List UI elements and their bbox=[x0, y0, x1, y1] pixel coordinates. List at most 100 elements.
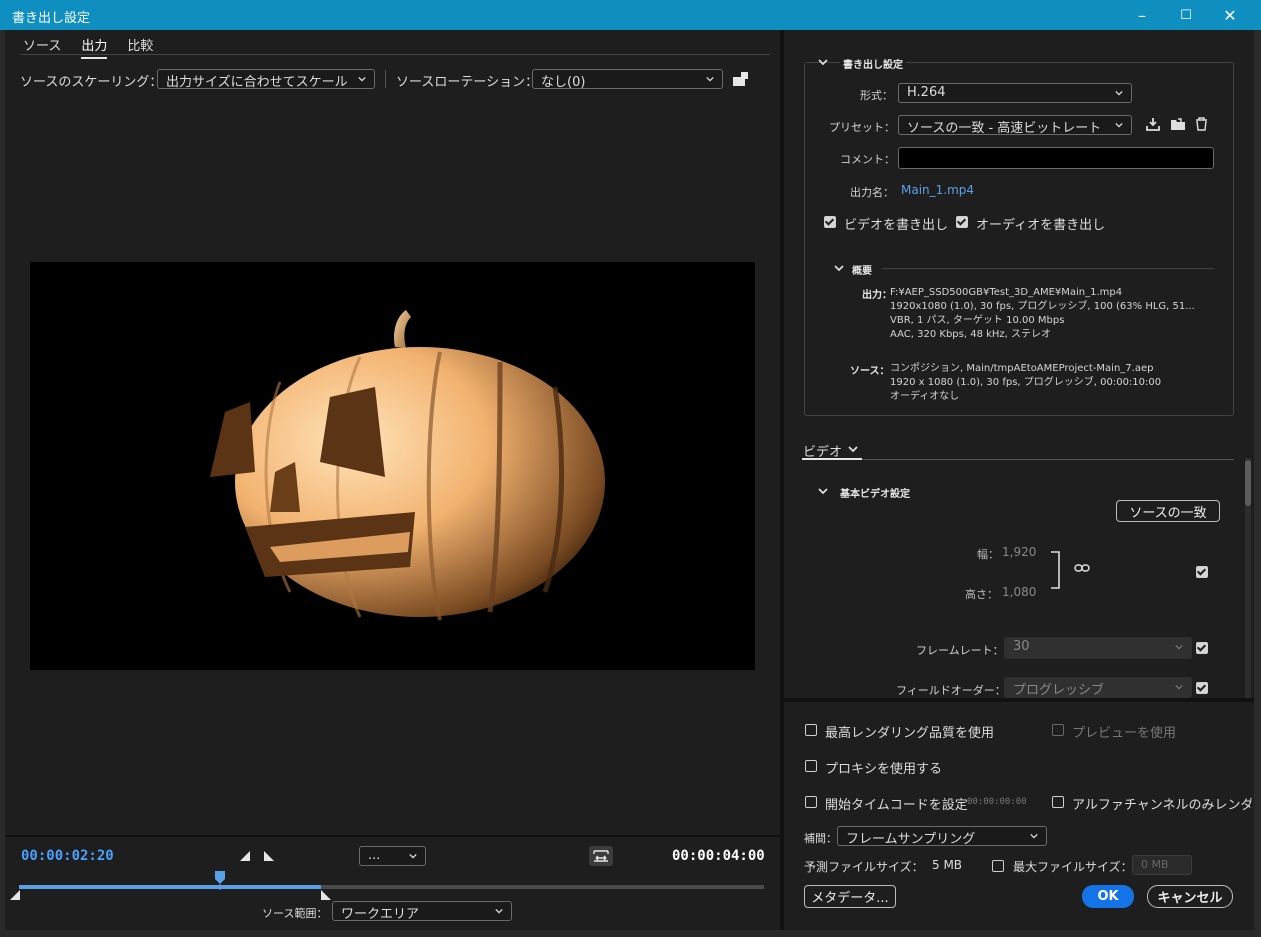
dimension-override-checkbox[interactable] bbox=[1196, 566, 1208, 578]
pumpkin-image bbox=[210, 310, 605, 621]
link-icon[interactable] bbox=[1074, 563, 1090, 573]
framerate-label: フレームレート： bbox=[916, 644, 1004, 657]
max-render-checkbox[interactable] bbox=[805, 724, 817, 736]
out-point-icon[interactable] bbox=[320, 890, 331, 900]
tab-output[interactable]: 出力 bbox=[81, 35, 108, 59]
height-value[interactable]: 1,080 bbox=[1002, 585, 1036, 599]
scaling-dropdown[interactable]: 出力サイズに合わせてスケール bbox=[157, 69, 375, 90]
summary-title: 概要 bbox=[852, 266, 872, 277]
width-value[interactable]: 1,920 bbox=[1002, 545, 1036, 559]
export-video-label: ビデオを書き出し bbox=[844, 218, 949, 233]
use-preview-checkbox[interactable] bbox=[1052, 724, 1064, 736]
source-range-label: ソース範囲： bbox=[262, 907, 328, 920]
max-size-input[interactable]: 0 MB bbox=[1132, 855, 1192, 875]
tab-compare[interactable]: 比較 bbox=[127, 35, 153, 59]
crop-icon[interactable] bbox=[732, 70, 750, 88]
set-timecode-checkbox[interactable] bbox=[805, 796, 817, 808]
import-preset-icon[interactable] bbox=[1170, 117, 1186, 131]
use-preview-label: プレビューを使用 bbox=[1072, 726, 1177, 741]
output-name-link[interactable]: Main_1.mp4 bbox=[901, 183, 974, 197]
chevron-down-icon bbox=[706, 76, 714, 82]
chevron-down-icon[interactable] bbox=[834, 263, 844, 273]
field-order-override-checkbox[interactable] bbox=[1196, 682, 1208, 694]
in-out-markers-icon[interactable] bbox=[240, 851, 274, 861]
tab-underline bbox=[20, 54, 770, 55]
save-preset-icon[interactable] bbox=[1146, 117, 1160, 131]
summary-output-line: VBR, 1 パス, ターゲット 10.00 Mbps bbox=[890, 315, 1065, 326]
summary-output-line: AAC, 320 Kbps, 48 kHz, ステレオ bbox=[890, 329, 1052, 340]
preview-tabs: ソース 出力 比較 bbox=[23, 35, 153, 59]
settings-pane: 書き出し設定 形式： H.264 プリセット： ソースの一致 - 高速ビットレー… bbox=[784, 30, 1254, 698]
summary-source-line: 1920 x 1080 (1.0), 30 fps, プログレッシブ, 00:0… bbox=[890, 377, 1162, 388]
rotation-dropdown[interactable]: なし(0) bbox=[532, 69, 723, 90]
alpha-only-label: アルファチャンネルのみレンダリ bbox=[1072, 798, 1252, 813]
field-order-dropdown[interactable]: プログレッシブ bbox=[1004, 677, 1192, 698]
window-title: 書き出し設定 bbox=[12, 11, 91, 26]
comment-input[interactable] bbox=[898, 147, 1214, 169]
basic-video-title: 基本ビデオ設定 bbox=[840, 489, 910, 500]
chevron-down-icon bbox=[1115, 90, 1123, 96]
fit-button[interactable] bbox=[589, 846, 613, 866]
chevron-down-icon bbox=[1030, 833, 1038, 839]
use-proxy-label: プロキシを使用する bbox=[825, 762, 943, 777]
interpolation-value: フレームサンプリング bbox=[846, 832, 976, 847]
summary-output-label: 出力： bbox=[862, 290, 892, 301]
metadata-button[interactable]: メタデータ... bbox=[804, 885, 896, 908]
preview-pane: ソース 出力 比較 ソースのスケーリング： 出力サイズに合わせてスケール ソース… bbox=[5, 30, 780, 930]
scrollbar-thumb[interactable] bbox=[1245, 460, 1251, 506]
video-preview bbox=[30, 262, 755, 670]
interpolation-dropdown[interactable]: フレームサンプリング bbox=[837, 826, 1047, 847]
summary-source-label: ソース： bbox=[850, 366, 890, 377]
chevron-down-icon bbox=[409, 853, 417, 859]
match-source-button[interactable]: ソースの一致 bbox=[1116, 500, 1220, 522]
format-dropdown[interactable]: H.264 bbox=[898, 83, 1132, 103]
work-area-bar[interactable] bbox=[19, 885, 321, 889]
ok-button[interactable]: OK bbox=[1082, 885, 1134, 908]
zoom-dropdown[interactable]: ... bbox=[359, 846, 426, 866]
close-button[interactable]: ✕ bbox=[1207, 0, 1253, 30]
minimize-button[interactable]: – bbox=[1119, 0, 1165, 30]
rotation-value: なし(0) bbox=[541, 75, 586, 90]
max-size-checkbox[interactable] bbox=[992, 860, 1004, 872]
width-label: 幅： bbox=[977, 548, 999, 561]
chevron-down-icon[interactable] bbox=[818, 486, 828, 496]
alpha-only-checkbox[interactable] bbox=[1052, 796, 1064, 808]
framerate-override-checkbox[interactable] bbox=[1196, 642, 1208, 654]
video-tab-rule bbox=[862, 459, 1234, 460]
summary-source-text: コンポジション, Main/tmpAEtoAMEProject-Main_7.a… bbox=[890, 362, 1161, 404]
summary-output-text: F:¥AEP_SSD500GB¥Test_3D_AME¥Main_1.mp4 1… bbox=[890, 286, 1195, 342]
in-point-icon[interactable] bbox=[10, 890, 20, 900]
set-timecode-label: 開始タイムコードを設定 bbox=[825, 798, 968, 813]
close-icon: ✕ bbox=[1223, 5, 1237, 25]
scaling-value: 出力サイズに合わせてスケール bbox=[166, 75, 348, 90]
framerate-dropdown[interactable]: 30 bbox=[1004, 637, 1192, 659]
preset-label: プリセット： bbox=[829, 121, 895, 134]
summary-source-line: オーディオなし bbox=[890, 391, 960, 402]
max-size-label: 最大ファイルサイズ： bbox=[1013, 860, 1133, 874]
export-audio-checkbox[interactable] bbox=[956, 216, 968, 228]
height-label: 高さ： bbox=[965, 588, 998, 601]
maximize-button[interactable]: ☐ bbox=[1163, 0, 1209, 30]
timeline-separator bbox=[5, 835, 780, 837]
est-size-value: 5 MB bbox=[932, 858, 963, 872]
title-bar: 書き出し設定 – ☐ ✕ bbox=[0, 0, 1261, 30]
preset-dropdown[interactable]: ソースの一致 - 高速ビットレート bbox=[898, 115, 1132, 136]
toolbar-separator bbox=[385, 70, 386, 88]
chevron-down-icon[interactable] bbox=[818, 57, 828, 67]
delete-preset-icon[interactable] bbox=[1195, 117, 1208, 131]
playhead-icon[interactable] bbox=[214, 870, 226, 890]
pane-splitter[interactable] bbox=[784, 698, 1254, 702]
chevron-down-icon[interactable] bbox=[848, 444, 858, 454]
export-video-checkbox[interactable] bbox=[824, 216, 836, 228]
summary-rule bbox=[882, 268, 1214, 269]
field-order-value: プログレッシブ bbox=[1013, 683, 1105, 698]
current-timecode[interactable]: 00:00:02:20 bbox=[21, 848, 114, 864]
dimension-bracket bbox=[1051, 551, 1060, 589]
use-proxy-checkbox[interactable] bbox=[805, 760, 817, 772]
cancel-button[interactable]: キャンセル bbox=[1147, 885, 1233, 908]
source-range-dropdown[interactable]: ワークエリア bbox=[332, 901, 512, 922]
fit-icon bbox=[593, 850, 609, 862]
timecode-value[interactable]: 00:00:00:00 bbox=[967, 797, 1027, 807]
format-value: H.264 bbox=[907, 85, 946, 100]
tab-source[interactable]: ソース bbox=[23, 35, 61, 59]
